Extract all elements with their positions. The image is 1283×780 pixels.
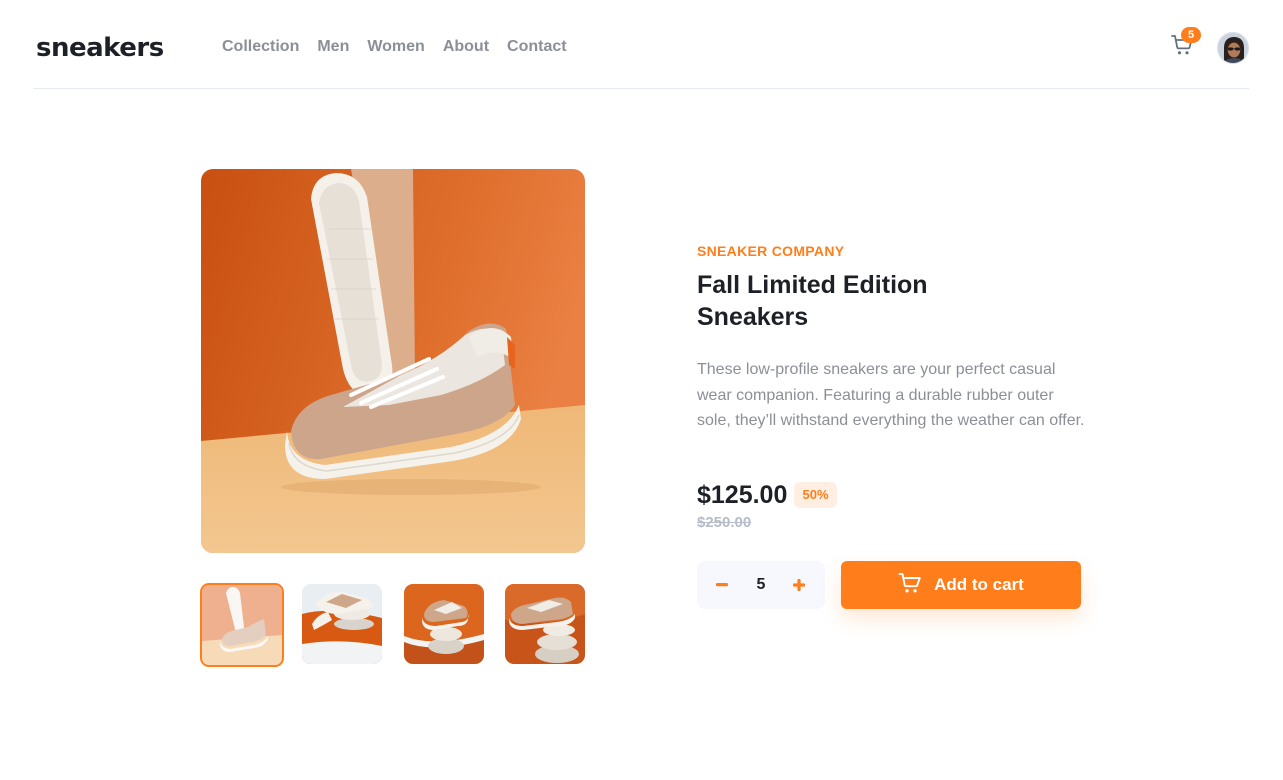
- original-price: $250.00: [697, 514, 752, 531]
- minus-icon[interactable]: [710, 573, 734, 597]
- nav-about[interactable]: About: [443, 37, 489, 57]
- thumbnail-4[interactable]: [505, 584, 585, 664]
- product-title-line-1: Fall Limited Edition: [697, 271, 928, 299]
- logo[interactable]: sneakers: [36, 30, 164, 66]
- cart-count-badge: 5: [1181, 27, 1201, 43]
- cart-icon: [898, 572, 922, 599]
- plus-icon[interactable]: [787, 573, 811, 597]
- site-header: sneakers Collection Men Women About Cont…: [33, 0, 1249, 89]
- quantity-value[interactable]: 5: [741, 575, 781, 595]
- thumbnail-2[interactable]: [302, 584, 382, 664]
- discount-badge: 50%: [794, 482, 837, 508]
- thumbnail-3[interactable]: [404, 584, 484, 664]
- nav-men[interactable]: Men: [317, 37, 349, 57]
- company-label: SNEAKER COMPANY: [697, 243, 845, 259]
- nav-collection[interactable]: Collection: [222, 37, 299, 57]
- nav-contact[interactable]: Contact: [507, 37, 567, 57]
- product-title-line-2: Sneakers: [697, 303, 809, 331]
- add-to-cart-label: Add to cart: [934, 575, 1024, 594]
- avatar[interactable]: [1217, 32, 1249, 64]
- product-description: These low-profile sneakers are your perf…: [697, 361, 1085, 429]
- product-title: Fall Limited Edition Sneakers: [697, 269, 1017, 333]
- add-to-cart-button[interactable]: Add to cart: [841, 561, 1081, 609]
- quantity-stepper: 5: [697, 561, 825, 609]
- current-price: $125.00: [697, 481, 788, 509]
- sneaker-main-image[interactable]: [201, 169, 585, 553]
- nav-women[interactable]: Women: [367, 37, 424, 57]
- main-nav: Collection Men Women About Contact: [222, 37, 567, 57]
- thumbnail-strip: [199, 583, 587, 667]
- thumbnail-1[interactable]: [200, 583, 284, 667]
